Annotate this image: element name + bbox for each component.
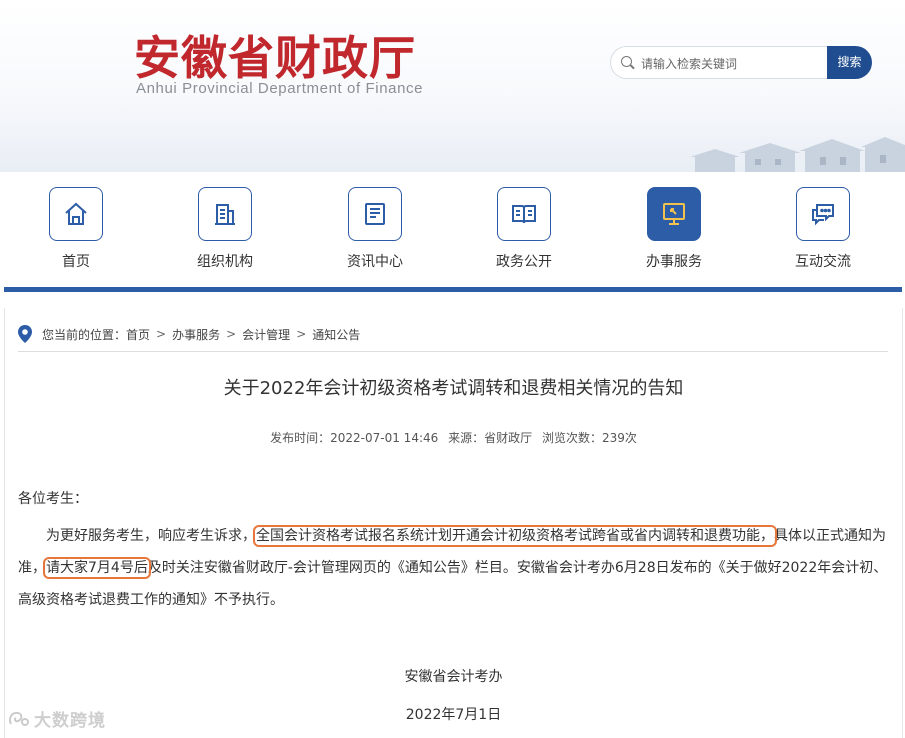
building-icon — [198, 187, 252, 241]
para-text-1: 为更好服务考生，响应考生诉求， — [46, 528, 256, 544]
monitor-icon — [647, 187, 701, 241]
breadcrumb-separator: > — [226, 327, 237, 341]
highlight-box-1: 全国会计资格考试报名系统计划开通会计初级资格考试跨省或省内调转和退费功能， — [253, 525, 777, 547]
chat-icon — [796, 187, 850, 241]
article-paragraph: 为更好服务考生，响应考生诉求，全国会计资格考试报名系统计划开通会计初级资格考试跨… — [18, 520, 892, 616]
search-field[interactable] — [610, 46, 836, 79]
publish-label: 发布时间： — [270, 431, 331, 445]
search-input[interactable] — [639, 54, 833, 74]
news-icon — [348, 187, 402, 241]
breadcrumb-separator: > — [296, 327, 307, 341]
site-header: 安徽省财政厅 Anhui Provincial Department of Fi… — [0, 0, 905, 172]
nav-item-news[interactable]: 资讯中心 — [325, 187, 425, 271]
source-label: 来源： — [448, 431, 485, 445]
nav-divider-bar — [4, 287, 902, 292]
nav-item-public-affairs[interactable]: 政务公开 — [474, 187, 574, 271]
greeting: 各位考生： — [18, 491, 88, 507]
nav-label: 首页 — [62, 254, 90, 270]
nav-label: 组织机构 — [197, 254, 253, 270]
publish-time: 2022-07-01 14:46 — [330, 431, 439, 445]
views-count: 239次 — [601, 431, 637, 445]
breadcrumb-home[interactable]: 首页 — [126, 326, 150, 343]
para-text-3: 及时关注安徽省财政厅-会计管理网页的《通知公告》栏目。安徽省会计考办6月28日发… — [18, 560, 888, 608]
highlight-box-2: 请大家7月4号后 — [43, 557, 151, 579]
article-title: 关于2022年会计初级资格考试调转和退费相关情况的告知 — [223, 378, 684, 399]
article-meta: 发布时间：2022-07-01 14:46 来源：省财政厅 浏览次数：239次 — [5, 429, 902, 446]
main-nav: 首页 组织机构 资讯中心 政务公开 办事服务 互动交流 — [0, 172, 905, 287]
book-icon — [497, 187, 551, 241]
site-title[interactable]: 安徽省财政厅 — [134, 22, 416, 88]
search-button[interactable]: 搜索 — [827, 46, 872, 79]
home-icon — [49, 187, 103, 241]
views-label: 浏览次数： — [541, 431, 602, 445]
watermark-text: 大数跨境 — [34, 711, 106, 731]
breadcrumb: 您当前的位置： 首页 > 办事服务 > 会计管理 > 通知公告 — [18, 325, 360, 343]
search-bar: 搜索 — [610, 46, 872, 79]
watermark-logo-icon — [8, 711, 29, 726]
skyline-decoration — [690, 137, 905, 172]
watermark: 大数跨境 — [8, 706, 106, 731]
breadcrumb-separator: > — [156, 327, 167, 341]
article-container: 您当前的位置： 首页 > 办事服务 > 会计管理 > 通知公告 关于2022年会… — [4, 308, 903, 738]
nav-item-services[interactable]: 办事服务 — [624, 187, 724, 271]
nav-label: 互动交流 — [795, 254, 851, 270]
breadcrumb-accounting[interactable]: 会计管理 — [242, 326, 290, 343]
search-icon — [621, 56, 632, 67]
nav-item-organization[interactable]: 组织机构 — [175, 187, 275, 271]
signature-date: 2022年7月1日 — [405, 707, 502, 723]
nav-item-home[interactable]: 首页 — [26, 187, 126, 271]
breadcrumb-prefix: 您当前的位置： — [42, 327, 127, 342]
breadcrumb-divider — [18, 351, 888, 352]
location-pin-icon — [18, 325, 32, 343]
site-subtitle: Anhui Provincial Department of Finance — [136, 80, 424, 97]
nav-label: 办事服务 — [646, 254, 702, 270]
nav-label: 资讯中心 — [347, 254, 403, 270]
nav-label: 政务公开 — [496, 254, 552, 270]
source: 省财政厅 — [484, 431, 533, 445]
breadcrumb-notices[interactable]: 通知公告 — [312, 326, 360, 343]
nav-item-interaction[interactable]: 互动交流 — [773, 187, 873, 271]
breadcrumb-services[interactable]: 办事服务 — [172, 326, 220, 343]
signature: 安徽省会计考办 — [404, 669, 503, 685]
